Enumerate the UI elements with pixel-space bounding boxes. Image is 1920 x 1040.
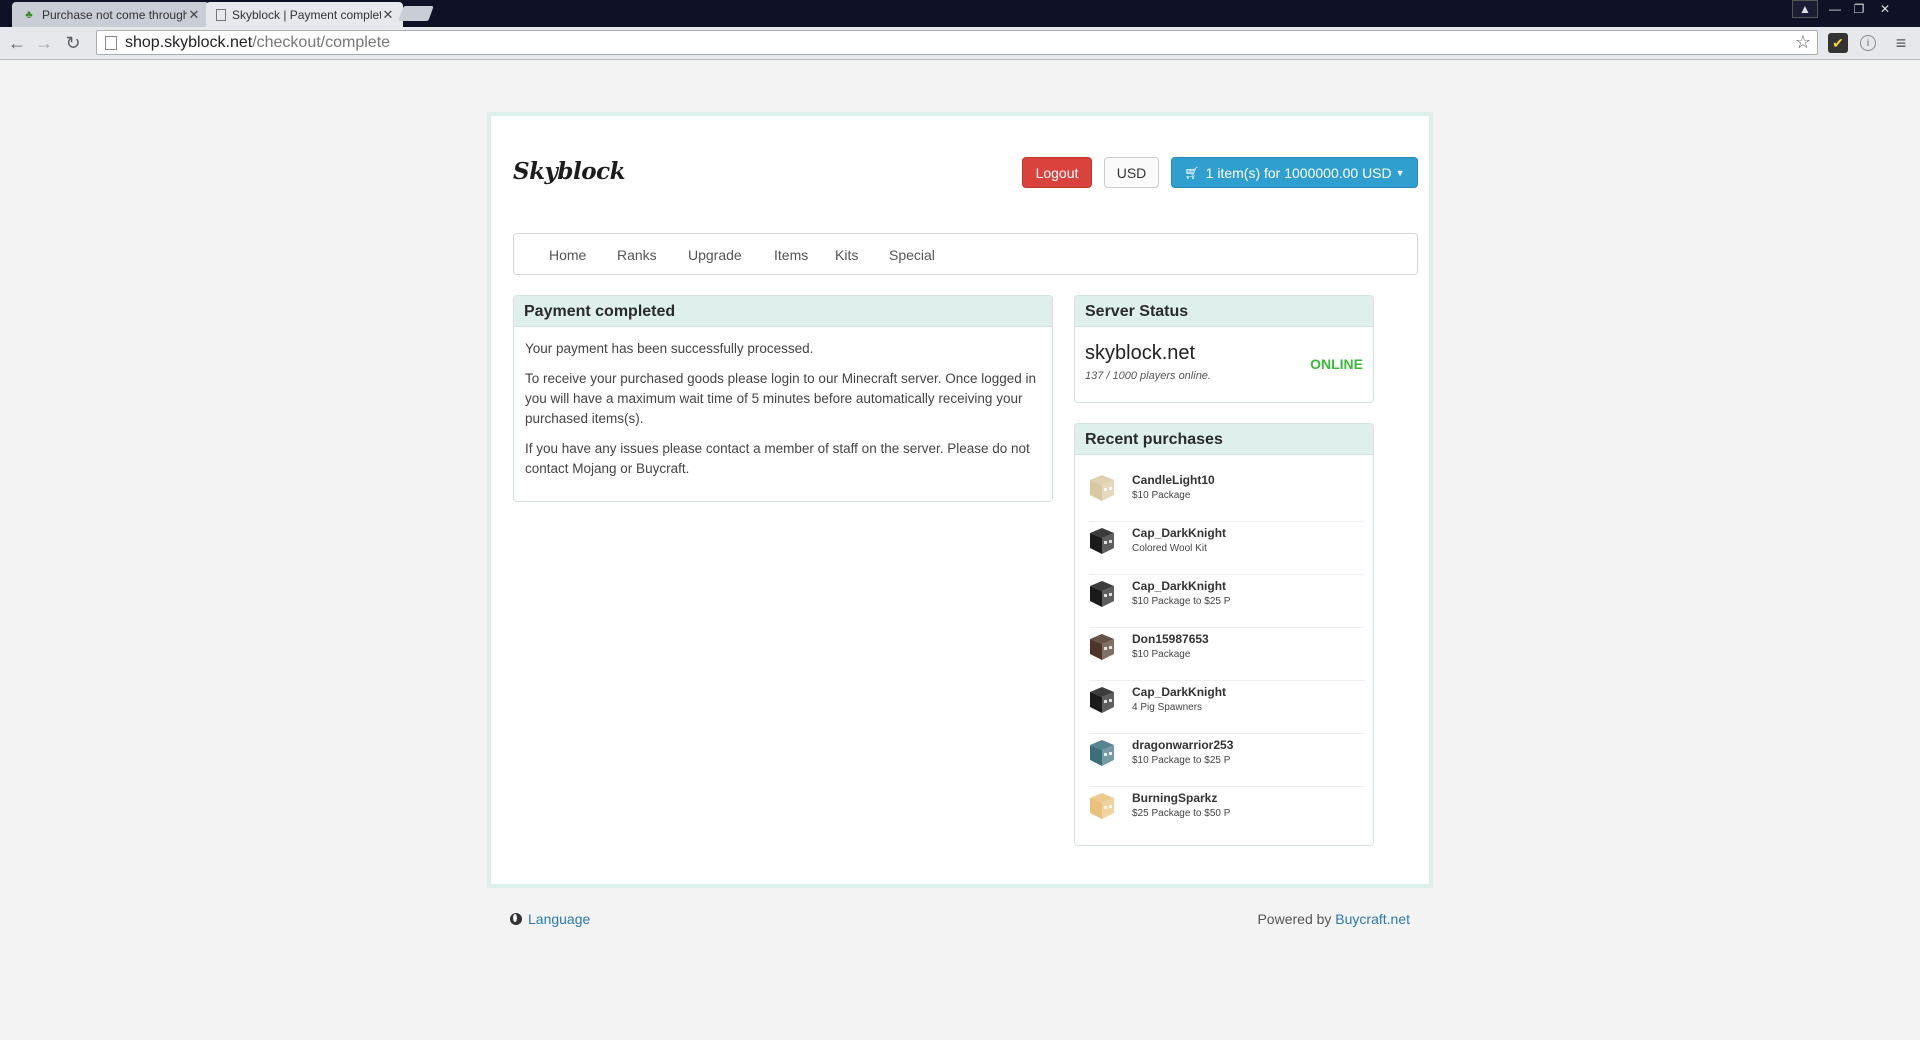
nav-home[interactable]: Home bbox=[549, 247, 586, 263]
list-item[interactable]: dragonwarrior253 $10 Package to $25 P bbox=[1089, 734, 1365, 787]
page-icon bbox=[105, 35, 117, 50]
purchased-package: 4 Pig Spawners bbox=[1132, 702, 1203, 713]
shop-container: Skyblock Logout USD 🛒︎ 1 item(s) for 100… bbox=[487, 112, 1433, 888]
purchased-package: Colored Wool Kit bbox=[1132, 543, 1207, 554]
menu-icon[interactable]: ≡ bbox=[1891, 33, 1911, 53]
payment-panel: Payment completed Your payment has been … bbox=[513, 295, 1053, 502]
logout-button[interactable]: Logout bbox=[1022, 157, 1092, 188]
status-badge: ONLINE bbox=[1310, 356, 1363, 372]
list-item[interactable]: Don15987653 $10 Package bbox=[1089, 628, 1365, 681]
list-item[interactable]: Cap_DarkKnight $10 Package to $25 P bbox=[1089, 575, 1365, 628]
payment-text: Your payment has been successfully proce… bbox=[525, 341, 814, 356]
globe-icon bbox=[510, 913, 522, 925]
buycraft-link[interactable]: Buycraft.net bbox=[1335, 911, 1410, 927]
purchaser-name: dragonwarrior253 bbox=[1132, 738, 1234, 752]
purchaser-name: Don15987653 bbox=[1132, 632, 1209, 646]
new-tab-button[interactable] bbox=[398, 6, 434, 21]
browser-tab-2[interactable]: Skyblock | Payment complete ✕ bbox=[206, 2, 403, 27]
purchaser-name: CandleLight10 bbox=[1132, 473, 1215, 487]
player-head-icon bbox=[1089, 474, 1115, 502]
purchaser-name: Cap_DarkKnight bbox=[1132, 526, 1227, 540]
extension-circle-icon[interactable]: i bbox=[1860, 35, 1876, 51]
currency-button[interactable]: USD bbox=[1104, 157, 1159, 188]
purchaser-name: Cap_DarkKnight bbox=[1132, 579, 1227, 593]
nav-items[interactable]: Items bbox=[774, 247, 808, 263]
powered-by: Powered by Buycraft.net bbox=[1257, 911, 1410, 927]
purchased-package: $25 Package to $50 P bbox=[1132, 808, 1231, 819]
url-host: shop.skyblock.net bbox=[125, 33, 253, 51]
player-head-icon bbox=[1089, 686, 1115, 714]
player-head-icon bbox=[1089, 792, 1115, 820]
server-status-title: Server Status bbox=[1075, 296, 1373, 327]
purchaser-name: Cap_DarkKnight bbox=[1132, 685, 1227, 699]
site-logo[interactable]: Skyblock bbox=[513, 158, 626, 185]
nav-kits[interactable]: Kits bbox=[835, 247, 858, 263]
profile-icon[interactable]: ▲ bbox=[1792, 0, 1818, 18]
powered-prefix: Powered by bbox=[1257, 911, 1336, 927]
nav-ranks[interactable]: Ranks bbox=[617, 247, 657, 263]
payment-text: If you have any issues please contact a … bbox=[525, 441, 1030, 476]
tab-title: Purchase not come through bbox=[42, 7, 187, 22]
recent-purchases-list: CandleLight10 $10 Package Cap_DarkKnight Co… bbox=[1089, 469, 1365, 840]
language-label: Language bbox=[528, 911, 591, 927]
list-item[interactable]: Cap_DarkKnight 4 Pig Spawners bbox=[1089, 681, 1365, 734]
list-item[interactable]: Cap_DarkKnight Colored Wool Kit bbox=[1089, 522, 1365, 575]
nav-special[interactable]: Special bbox=[889, 247, 935, 263]
browser-tabstrip: ♣ Purchase not come through ✕ Skyblock |… bbox=[0, 0, 1920, 27]
server-name: skyblock.net bbox=[1085, 342, 1196, 364]
player-head-icon bbox=[1089, 739, 1115, 767]
minimize-icon[interactable]: — bbox=[1822, 0, 1848, 18]
bookmark-star-icon[interactable]: ☆ bbox=[1795, 32, 1811, 53]
cart-button[interactable]: 🛒︎ 1 item(s) for 1000000.00 USD ▼ bbox=[1171, 157, 1418, 188]
main-nav: Home Ranks Upgrade Items Kits Special bbox=[513, 233, 1418, 275]
tab-title: Skyblock | Payment complete bbox=[232, 7, 381, 22]
player-count: 137 / 1000 players online. bbox=[1085, 370, 1211, 382]
cart-icon: 🛒︎ bbox=[1184, 165, 1200, 180]
server-status-panel: Server Status skyblock.net 137 / 1000 pl… bbox=[1074, 295, 1374, 403]
nav-upgrade[interactable]: Upgrade bbox=[688, 247, 742, 263]
payment-text: To receive your purchased goods please l… bbox=[525, 371, 1037, 426]
browser-toolbar: ← → ↻ shop.skyblock.net/checkout/complet… bbox=[0, 27, 1920, 60]
back-icon[interactable]: ← bbox=[6, 32, 28, 54]
recent-purchases-title: Recent purchases bbox=[1075, 424, 1373, 455]
browser-tab-1[interactable]: ♣ Purchase not come through ✕ bbox=[12, 2, 209, 27]
close-window-icon[interactable]: ✕ bbox=[1872, 0, 1898, 18]
player-head-icon bbox=[1089, 580, 1115, 608]
purchased-package: $10 Package to $25 P bbox=[1132, 755, 1231, 766]
page-favicon-icon bbox=[216, 8, 226, 21]
player-head-icon bbox=[1089, 527, 1115, 555]
list-item[interactable]: CandleLight10 $10 Package bbox=[1089, 469, 1365, 522]
tree-favicon-icon: ♣ bbox=[25, 8, 33, 21]
restore-icon[interactable]: ❐ bbox=[1846, 0, 1872, 18]
close-tab-icon[interactable]: ✕ bbox=[187, 7, 201, 23]
language-link[interactable]: Language bbox=[510, 911, 590, 927]
extension-check-icon[interactable]: ✔ bbox=[1828, 33, 1848, 53]
recent-purchases-panel: Recent purchases CandleLight10 $10 Packag… bbox=[1074, 423, 1374, 846]
payment-title: Payment completed bbox=[514, 296, 1052, 327]
list-item[interactable]: BurningSparkz $25 Package to $50 P bbox=[1089, 787, 1365, 840]
reload-icon[interactable]: ↻ bbox=[62, 32, 84, 54]
purchased-package: $10 Package to $25 P bbox=[1132, 596, 1231, 607]
forward-icon[interactable]: → bbox=[33, 32, 55, 54]
purchased-package: $10 Package bbox=[1132, 490, 1191, 501]
player-head-icon bbox=[1089, 633, 1115, 661]
close-tab-icon[interactable]: ✕ bbox=[381, 7, 395, 23]
cart-label: 1 item(s) for 1000000.00 USD bbox=[1205, 164, 1392, 181]
url-path: /checkout/complete bbox=[252, 33, 391, 51]
address-bar[interactable]: shop.skyblock.net/checkout/complete ☆ bbox=[96, 30, 1818, 55]
caret-down-icon: ▼ bbox=[1395, 167, 1405, 178]
purchaser-name: BurningSparkz bbox=[1132, 791, 1218, 805]
purchased-package: $10 Package bbox=[1132, 649, 1191, 660]
